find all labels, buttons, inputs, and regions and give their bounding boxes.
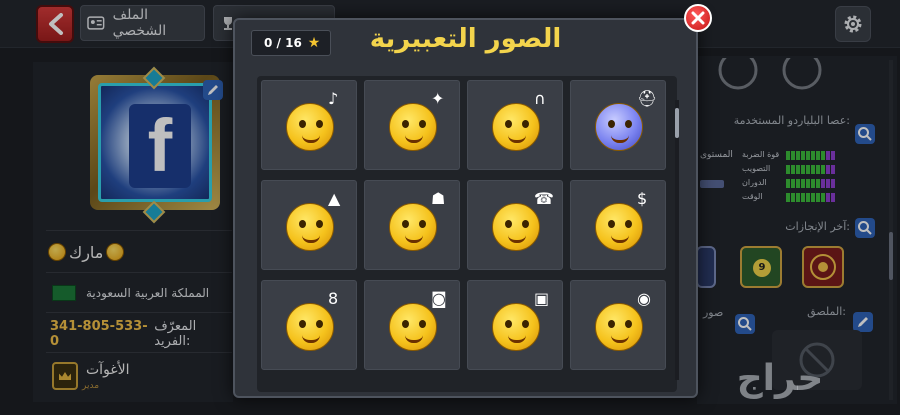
close-dialog-button[interactable] [684,4,712,32]
emoji-cell[interactable]: ✦ [364,80,460,170]
emoji-eyes [400,120,428,128]
headphones-emoji-icon [492,103,540,151]
briefcase-emoji-icon [492,303,540,351]
emoji-eyes [503,220,531,228]
emoji-mouth [302,135,320,143]
dialog-scrollbar-thumb[interactable] [675,108,679,138]
emoji-cell[interactable]: 8 [261,280,357,370]
dialog-scrollbar-track[interactable] [675,100,679,380]
emoji-accessory-icon: ⛑ [637,89,658,108]
counter-value: 0 / 16 [264,36,302,50]
emoji-eyes [606,220,634,228]
emoji-mouth [508,135,526,143]
emoji-mouth [508,335,526,343]
emoji-eyes [297,220,325,228]
emoji-accessory-icon: ◙ [431,289,447,308]
emoji-cell[interactable]: ☎ [467,180,563,270]
star-icon: ★ [307,35,321,51]
emoji-mouth [611,135,629,143]
detective-hat-emoji-icon [286,203,334,251]
emoji-accessory-icon: ✦ [431,89,445,108]
emoji-cell[interactable]: ◙ [364,280,460,370]
emoji-eyes [606,120,634,128]
emoji-eyes [297,120,325,128]
collected-counter: 0 / 16 ★ [251,30,331,56]
telephone-emoji-icon [492,203,540,251]
emoji-mouth [508,235,526,243]
emoji-eyes [297,320,325,328]
emoji-grid: ♪ ✦ ∩ ⛑ ▲ ☗ ☎ $8 ◙ ▣ ◉ [257,76,677,392]
emoji-accessory-icon: $ [637,189,648,208]
emoji-cell[interactable]: ☗ [364,180,460,270]
emoji-cell[interactable]: $ [570,180,666,270]
emoji-eyes [503,320,531,328]
emoji-mouth [302,335,320,343]
genie-emoji-icon [389,103,437,151]
emoji-dialog: الصور التعبيرية 0 / 16 ★ ♪ ✦ ∩ ⛑ ▲ ☗ ☎ $8 ◙ ▣ ◉ [233,18,698,398]
emoji-mouth [611,235,629,243]
watermark-logo: حراج [736,358,824,399]
emoji-accessory-icon: ▣ [534,289,550,308]
emoji-accessory-icon: ♪ [328,89,339,108]
emoji-accessory-icon: 8 [328,289,339,308]
emoji-cell[interactable]: ⛑ [570,80,666,170]
emoji-cell[interactable]: ∩ [467,80,563,170]
emoji-accessory-icon: ∩ [534,89,546,108]
emoji-eyes [400,220,428,228]
emoji-accessory-icon: ▲ [328,189,341,208]
cowboy-emoji-icon [595,303,643,351]
viking-frozen-emoji-icon [595,103,643,151]
emoji-cell[interactable]: ♪ [261,80,357,170]
emoji-mouth [405,135,423,143]
emoji-mouth [302,235,320,243]
emoji-cell[interactable]: ▲ [261,180,357,270]
emoji-mouth [405,235,423,243]
emoji-eyes [400,320,428,328]
cool-singing-emoji-icon [286,103,334,151]
emoji-accessory-icon: ◉ [637,289,651,308]
emoji-mouth [611,335,629,343]
emoji-cell[interactable]: ◉ [570,280,666,370]
emoji-accessory-icon: ☎ [534,189,554,208]
emoji-cell[interactable]: ▣ [467,280,563,370]
emoji-mouth [405,335,423,343]
camera-emoji-icon [389,303,437,351]
emoji-accessory-icon: ☗ [431,189,446,208]
close-icon [691,11,705,25]
eight-ball-emoji-icon [286,303,334,351]
emoji-eyes [503,120,531,128]
emoji-eyes [606,320,634,328]
wizard-scroll-emoji-icon [389,203,437,251]
money-bag-emoji-icon [595,203,643,251]
